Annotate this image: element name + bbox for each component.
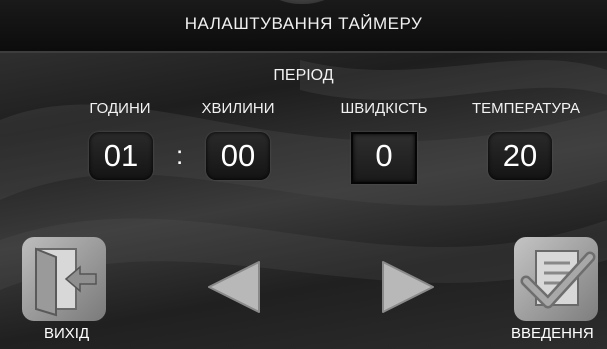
temperature-value-field[interactable]: 20 — [488, 132, 552, 180]
time-separator: : — [176, 140, 184, 170]
title-bar: НАЛАШТУВАННЯ ТАЙМЕРУ — [0, 0, 607, 53]
enter-button-label: ВВЕДЕННЯ — [511, 325, 594, 342]
timer-settings-screen: НАЛАШТУВАННЯ ТАЙМЕРУ ПЕРІОД ГОДИНИ ХВИЛИ… — [0, 0, 607, 349]
minutes-label: ХВИЛИНИ — [201, 100, 275, 117]
minutes-value-field[interactable]: 00 — [206, 132, 270, 180]
exit-door-icon — [35, 247, 97, 317]
next-button[interactable] — [377, 256, 439, 318]
page-title: НАЛАШТУВАННЯ ТАЙМЕРУ — [184, 14, 423, 33]
prev-button[interactable] — [203, 256, 265, 318]
temperature-label: ТЕМПЕРАТУРА — [472, 100, 580, 117]
checkmark-document-icon — [520, 250, 596, 309]
hours-label: ГОДИНИ — [89, 100, 151, 117]
exit-button[interactable] — [22, 237, 106, 321]
enter-button[interactable] — [514, 237, 598, 321]
period-label: ПЕРІОД — [273, 67, 334, 84]
top-knob — [262, 0, 342, 4]
speed-value-field[interactable]: 0 — [351, 132, 417, 184]
hours-value-field[interactable]: 01 — [89, 132, 153, 180]
speed-label: ШВИДКІСТЬ — [340, 100, 428, 117]
exit-button-label: ВИХІД — [44, 325, 90, 342]
arrow-left-icon — [208, 261, 260, 313]
arrow-right-icon — [382, 261, 434, 313]
